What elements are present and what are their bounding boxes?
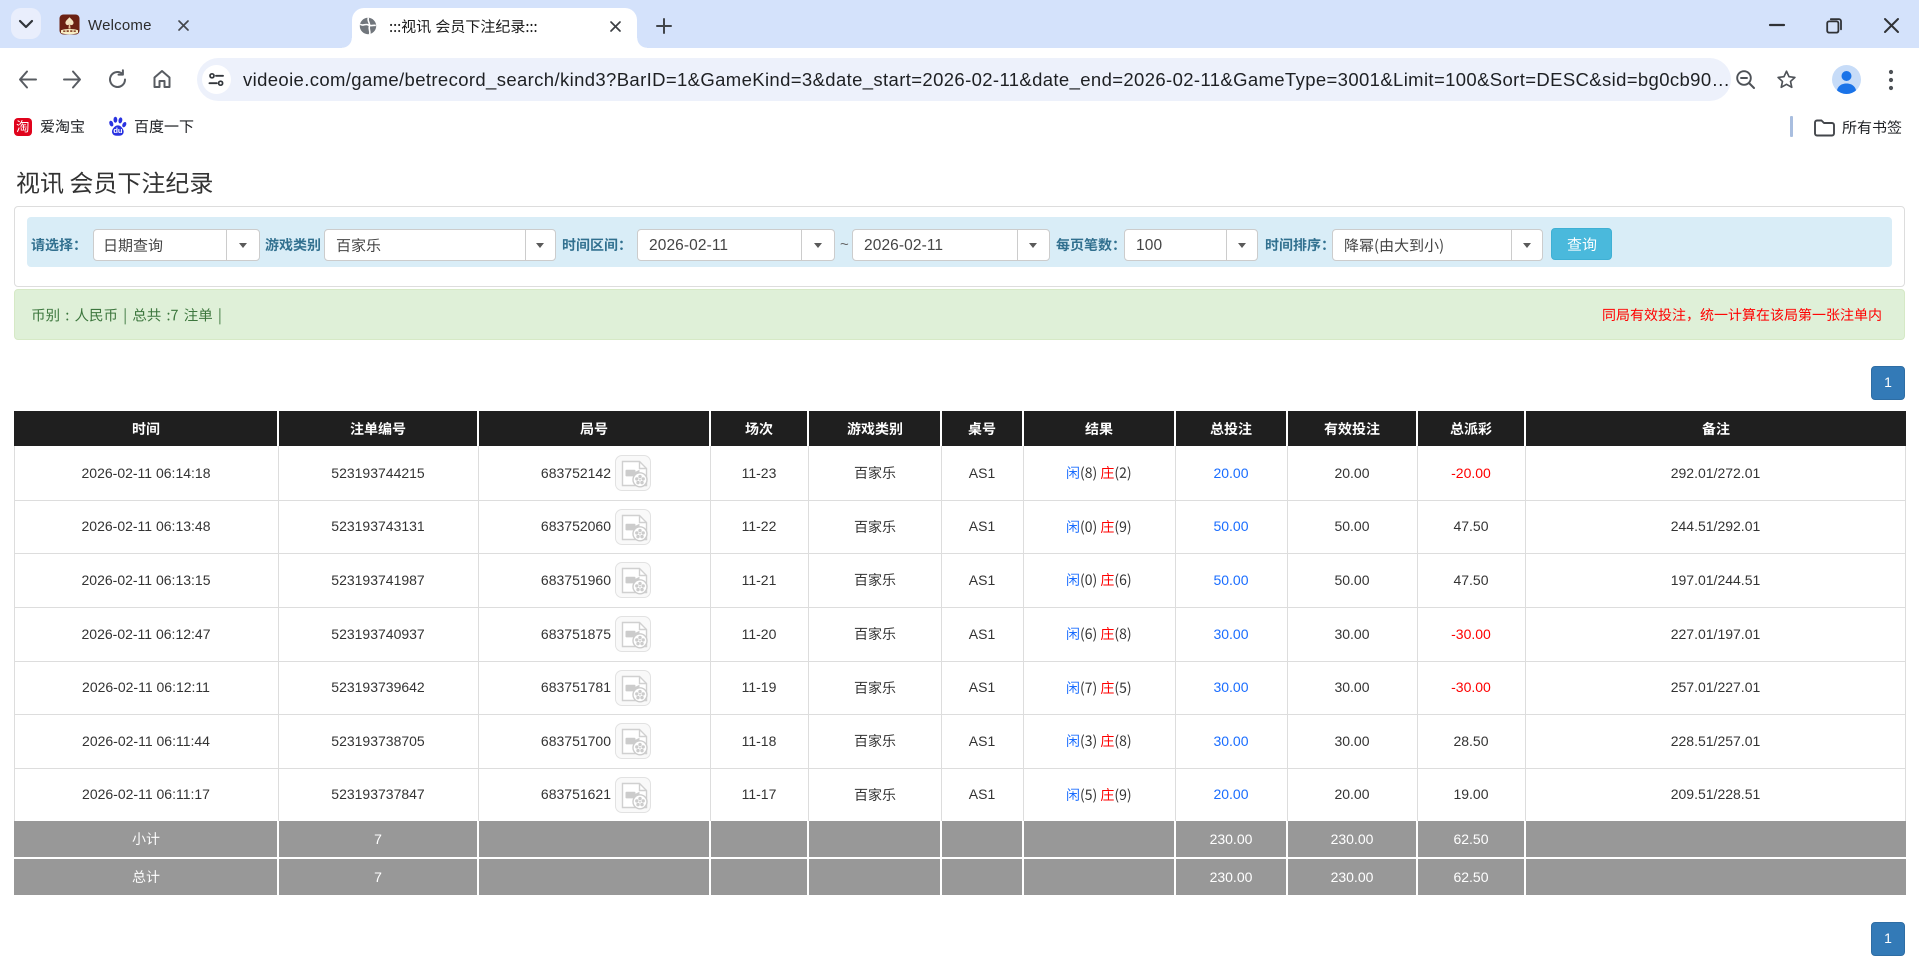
svg-text:du: du bbox=[113, 126, 123, 135]
